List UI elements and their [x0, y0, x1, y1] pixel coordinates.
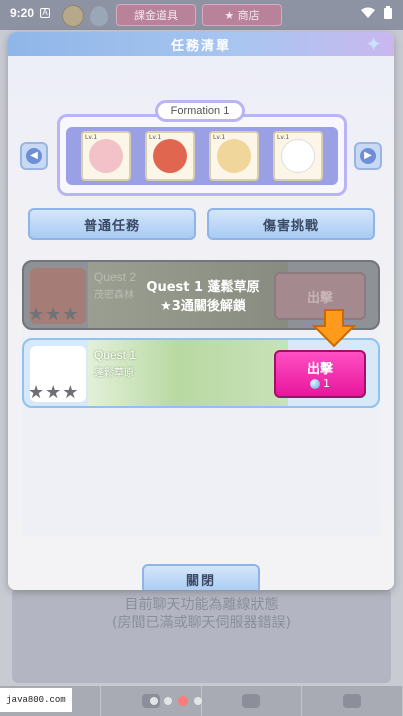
formation-slot-1[interactable]: Lv.1	[81, 131, 131, 181]
white-cat-portrait-icon	[281, 139, 315, 173]
star-decoration-icon: ✦	[365, 32, 384, 56]
quest-title: Quest 1	[94, 348, 137, 362]
page-dot	[164, 697, 172, 705]
modal-title: 任務清單	[170, 38, 231, 54]
page-dot	[194, 697, 202, 705]
red-dragon-portrait-icon	[153, 139, 187, 173]
go-cost: 1	[310, 377, 330, 390]
quest-1-go-button[interactable]: 出擊 1	[274, 350, 366, 398]
slot-level: Lv.1	[213, 134, 226, 141]
cat-girl-blonde-portrait-icon	[217, 139, 251, 173]
arrow-left-icon: ◀	[26, 148, 42, 164]
battery-icon	[384, 6, 392, 19]
formation-slot-4[interactable]: Lv.1	[273, 131, 323, 181]
formation-prev-button[interactable]: ◀	[20, 142, 48, 170]
formation-slot-2[interactable]: Lv.1	[145, 131, 195, 181]
formation-next-button[interactable]: ▶	[354, 142, 382, 170]
watermark: java800.com	[0, 688, 72, 712]
tab-normal-quests[interactable]: 普通任務	[28, 208, 196, 240]
quest-subtitle: 蓬鬆草原	[94, 368, 134, 379]
formation-label: Formation 1	[155, 100, 245, 122]
lock-line-1: Quest 1 蓬鬆草原	[146, 280, 260, 295]
quest-card-1[interactable]: ★ ★ ★ Quest 1 蓬鬆草原 出擊 1	[22, 338, 380, 408]
sword-icon	[343, 694, 362, 708]
status-indicator: A	[40, 8, 51, 18]
status-time: 9:20	[10, 6, 35, 20]
gacha-icon	[242, 694, 261, 708]
cat-girl-portrait-icon	[89, 139, 123, 173]
gem-icon	[310, 378, 320, 389]
chat-error-line-2: (房間已滿或聊天伺服器錯誤)	[112, 615, 291, 631]
slot-level: Lv.1	[149, 134, 162, 141]
modal-header: 任務清單 ✦	[8, 32, 394, 56]
modal-body: ◀ ▶ Lv.1 Lv.1 Lv.1 Lv.1 Formation 1 普通任務…	[8, 56, 394, 590]
wifi-icon	[361, 7, 375, 18]
close-button[interactable]: 關閉	[142, 564, 260, 590]
slot-level: Lv.1	[85, 134, 98, 141]
page-dot-active	[178, 696, 188, 706]
star-icon: ★	[62, 382, 79, 403]
formation-slot-3[interactable]: Lv.1	[209, 131, 259, 181]
formation-panel: Lv.1 Lv.1 Lv.1 Lv.1	[57, 114, 347, 196]
quest-list: ★ ★ ★ Quest 2 茂密森林 出擊 Quest 1 蓬鬆草原 ★3通關後解鎖…	[22, 258, 380, 536]
star-icon: ★	[45, 382, 62, 403]
coin-icon	[62, 5, 84, 27]
status-icons	[361, 6, 393, 20]
nav-tab-battle	[302, 686, 403, 716]
drop-icon	[90, 6, 108, 26]
tab-damage-challenge[interactable]: 傷害挑戰	[207, 208, 375, 240]
chat-error-line-1: 目前聊天功能為離線狀態	[124, 597, 279, 613]
cost-value: 1	[323, 377, 330, 390]
shop-button: ★ 商店	[202, 4, 282, 26]
quest-stars: ★ ★ ★	[28, 384, 78, 402]
go-label: 出擊	[306, 362, 333, 377]
premium-items-button: 課金道具	[116, 4, 196, 26]
lock-line-2: ★3通關後解鎖	[160, 299, 246, 314]
quest-list-modal: 任務清單 ✦ ◀ ▶ Lv.1 Lv.1 Lv.1 Lv.1 Formation…	[8, 32, 394, 590]
nav-tab-gacha	[202, 686, 303, 716]
page-dot	[150, 697, 158, 705]
arrow-right-icon: ▶	[360, 148, 376, 164]
formation-slots: Lv.1 Lv.1 Lv.1 Lv.1	[66, 127, 338, 185]
slot-level: Lv.1	[277, 134, 290, 141]
star-icon: ★	[28, 382, 45, 403]
pointer-arrow-icon	[312, 309, 356, 348]
page-dots	[150, 696, 202, 706]
chat-status-panel: 目前聊天功能為離線狀態 (房間已滿或聊天伺服器錯誤)	[12, 588, 391, 683]
